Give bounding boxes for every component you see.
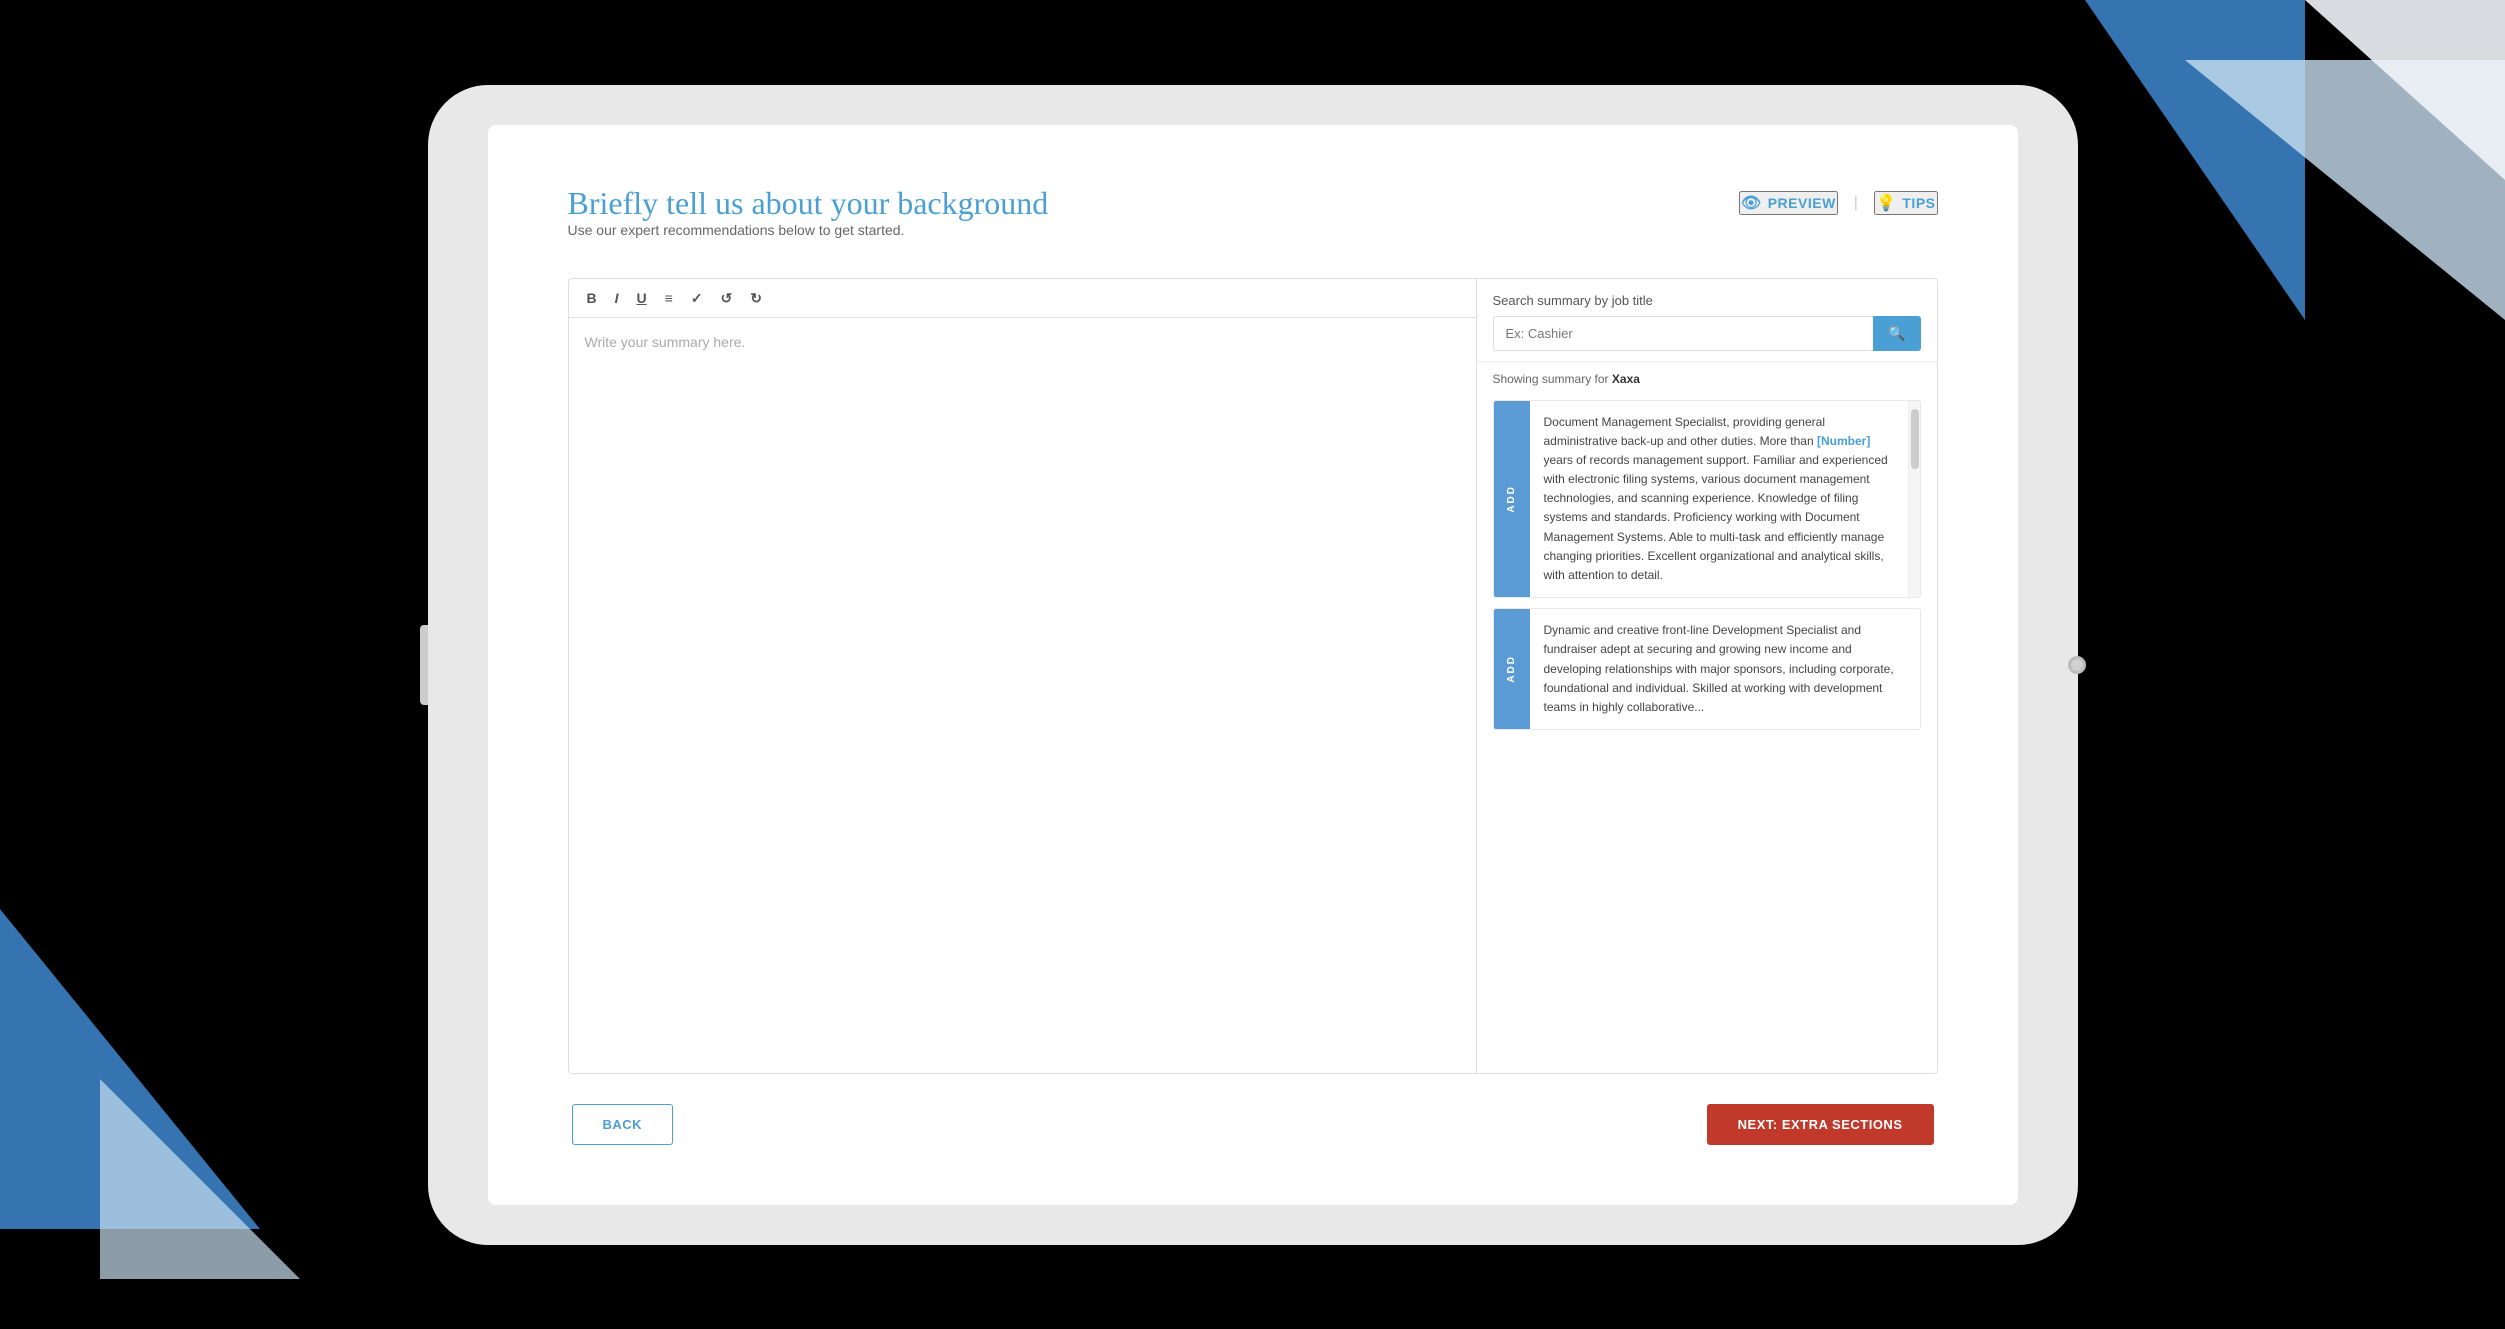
editor-area[interactable]: Write your summary here. xyxy=(569,318,1476,1073)
tips-button[interactable]: 💡 TIPS xyxy=(1874,191,1938,215)
page-title: Briefly tell us about your background xyxy=(568,185,1049,222)
italic-button[interactable]: I xyxy=(611,289,623,307)
editor-placeholder: Write your summary here. xyxy=(585,334,746,350)
back-button[interactable]: BACK xyxy=(572,1104,674,1145)
tablet-home-button xyxy=(2068,656,2086,674)
suggestion-text-1: Document Management Specialist, providin… xyxy=(1530,401,1908,598)
add-button-1[interactable]: ADD xyxy=(1494,401,1530,598)
header-row: Briefly tell us about your background Us… xyxy=(568,185,1938,262)
showing-label: Showing summary for xyxy=(1493,372,1609,386)
add-button-2[interactable]: ADD xyxy=(1494,609,1530,729)
screen-content: Briefly tell us about your background Us… xyxy=(488,125,2018,1205)
toolbar: B I U ≡ ✓ ↺ ↻ xyxy=(569,279,1476,318)
editor-container: B I U ≡ ✓ ↺ ↻ Write your summary here. xyxy=(568,278,1938,1074)
underline-button[interactable]: U xyxy=(633,289,651,307)
suggestion-item-1: ADD Document Management Specialist, prov… xyxy=(1493,400,1921,599)
header-actions: 👁 PREVIEW | 💡 TIPS xyxy=(1739,191,1938,215)
suggestions-list: ADD Document Management Specialist, prov… xyxy=(1477,392,1937,1073)
showing-summary: Showing summary for Xaxa xyxy=(1477,362,1937,392)
tri-white-top-right xyxy=(2305,0,2505,180)
preview-label: PREVIEW xyxy=(1768,195,1836,211)
search-row: 🔍 xyxy=(1493,316,1921,351)
tri-light-blue-bottom-left xyxy=(100,1079,300,1279)
tablet-side-button xyxy=(420,625,428,705)
bulb-icon: 💡 xyxy=(1876,193,1896,213)
add-label-1: ADD xyxy=(1506,485,1517,513)
highlight-number: [Number] xyxy=(1817,434,1870,448)
search-button[interactable]: 🔍 xyxy=(1873,316,1920,351)
page-title-section: Briefly tell us about your background Us… xyxy=(568,185,1049,262)
suggestions-header-title: Search summary by job title xyxy=(1493,293,1921,308)
tablet-screen: Briefly tell us about your background Us… xyxy=(488,125,2018,1205)
check-button[interactable]: ✓ xyxy=(687,289,707,307)
suggestion-text-2: Dynamic and creative front-line Developm… xyxy=(1530,609,1920,729)
undo-button[interactable]: ↺ xyxy=(717,289,737,307)
add-label-2: ADD xyxy=(1506,655,1517,683)
text-editor: B I U ≡ ✓ ↺ ↻ Write your summary here. xyxy=(569,279,1477,1073)
suggestions-header: Search summary by job title 🔍 xyxy=(1477,279,1937,362)
separator: | xyxy=(1854,194,1858,212)
tablet-device: Briefly tell us about your background Us… xyxy=(428,85,2078,1245)
bold-button[interactable]: B xyxy=(583,289,601,307)
scrollbar-1 xyxy=(1908,401,1920,598)
scrollbar-thumb-1 xyxy=(1911,409,1919,469)
search-input[interactable] xyxy=(1493,316,1874,351)
preview-button[interactable]: 👁 PREVIEW xyxy=(1739,191,1838,215)
page-subtitle: Use our expert recommendations below to … xyxy=(568,222,1049,238)
list-button[interactable]: ≡ xyxy=(661,289,677,307)
search-icon: 🔍 xyxy=(1888,325,1905,341)
eye-icon: 👁 xyxy=(1741,193,1762,213)
nav-buttons: BACK NEXT: EXTRA SECTIONS xyxy=(568,1104,1938,1145)
showing-name: Xaxa xyxy=(1612,372,1640,386)
next-button[interactable]: NEXT: EXTRA SECTIONS xyxy=(1707,1104,1934,1145)
suggestion-item-2: ADD Dynamic and creative front-line Deve… xyxy=(1493,608,1921,730)
tips-label: TIPS xyxy=(1902,195,1935,211)
suggestions-panel: Search summary by job title 🔍 Showing su… xyxy=(1477,279,1937,1073)
redo-button[interactable]: ↻ xyxy=(746,289,766,307)
